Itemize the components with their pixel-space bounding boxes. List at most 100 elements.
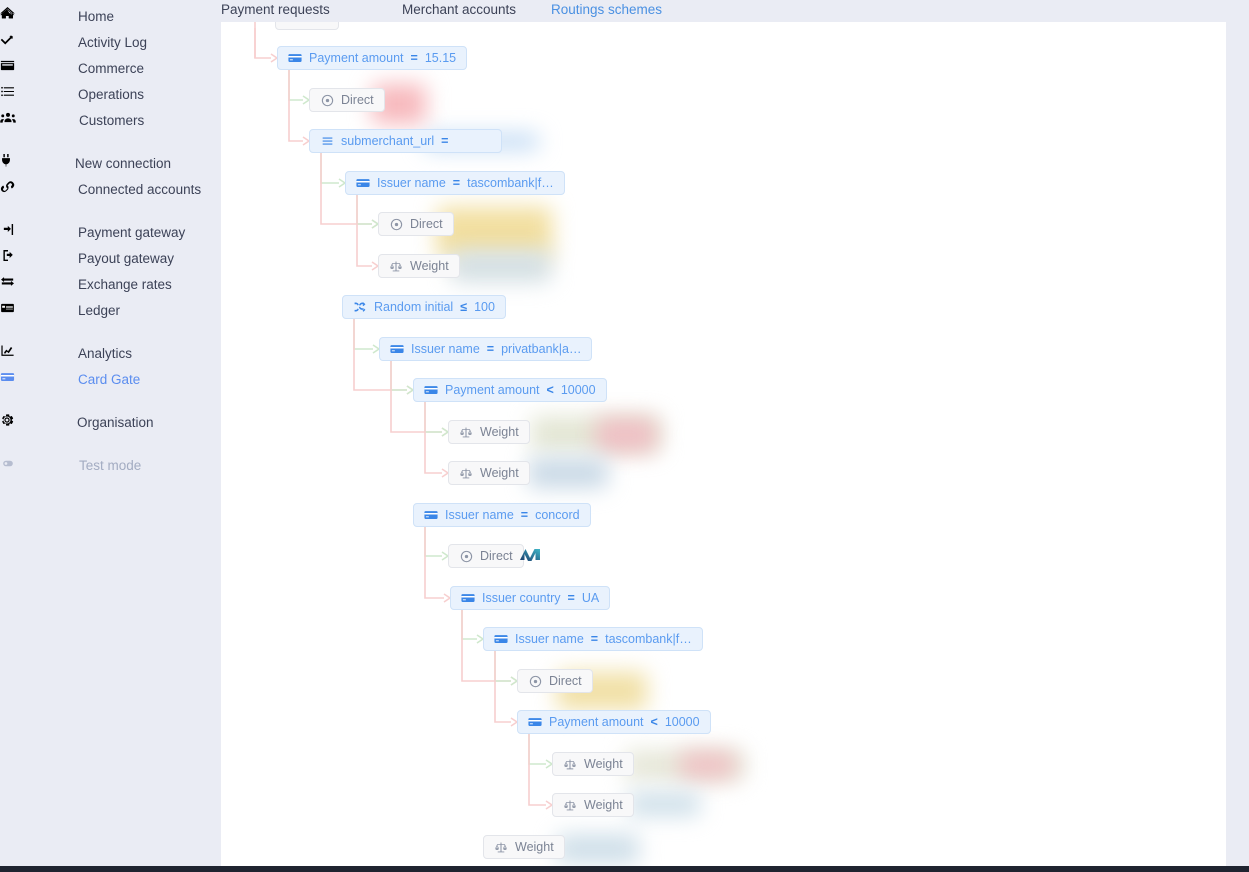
sidebar-item-label: Commerce [78, 60, 145, 76]
sidebar-divider [0, 435, 221, 452]
node-operator: = [520, 508, 529, 522]
node-field: Direct [410, 217, 443, 231]
node-value: tascombank|f… [467, 176, 554, 190]
sidebar-item-label: Operations [78, 86, 145, 102]
node-field: Issuer name [377, 176, 446, 190]
sidebar-item-customers[interactable]: Customers [0, 107, 221, 133]
sidebar-divider [0, 323, 221, 340]
target-icon [389, 217, 403, 231]
plug-icon [0, 153, 12, 173]
tree-node-condition[interactable]: Payment amount <10000 [517, 710, 711, 734]
tree-node-condition[interactable]: Payment amount <10000 [413, 378, 607, 402]
tree-node-condition[interactable]: Issuer name = tascombank|f… [483, 627, 703, 651]
node-field: Weight [515, 840, 554, 854]
sidebar-item-label: Customers [79, 112, 145, 128]
target-icon [528, 674, 542, 688]
home-icon [0, 7, 15, 25]
node-value: UA [581, 591, 600, 605]
sidebar-item-commerce[interactable]: Commerce [0, 55, 221, 81]
node-operator: = [441, 134, 449, 148]
tab-payment-requests[interactable]: Payment requests [221, 2, 330, 24]
tree-node-action[interactable]: Weight [448, 461, 530, 485]
exchange-icon [0, 275, 15, 293]
tree-node-condition[interactable]: Issuer country = UA [450, 586, 611, 610]
sidebar-item-label: Connected accounts [78, 181, 202, 197]
tree-node-condition[interactable]: Random initial ≤100 [342, 295, 506, 319]
node-field: Direct [480, 549, 513, 563]
tree-node-action[interactable]: Weight [448, 420, 530, 444]
credit-card-icon [0, 370, 15, 388]
sidebar-item-label: Exchange rates [78, 276, 172, 292]
credit-card-icon [494, 632, 508, 646]
node-operator: = [452, 176, 461, 190]
link-icon [0, 180, 15, 199]
node-field: Weight [410, 259, 449, 273]
sidebar-item-analytics[interactable]: Analytics [0, 340, 221, 366]
sidebar-item-organisation[interactable]: Organisation [0, 409, 221, 435]
credit-card-icon [461, 591, 475, 605]
tree-node-condition[interactable]: Payment amount = 15.15 [277, 46, 468, 70]
sidebar-item-test-mode[interactable]: Test mode [0, 452, 221, 478]
tree-node-action[interactable]: Direct [517, 669, 593, 693]
ledger-card-icon [0, 301, 15, 319]
tab-merchant-accounts[interactable]: Merchant accounts [402, 2, 516, 24]
credit-card-icon [424, 508, 438, 522]
sidebar-item-label: Organisation [77, 414, 154, 430]
node-field: submerchant_url [341, 134, 435, 148]
sidebar-item-operations[interactable]: Operations [0, 81, 221, 107]
sidebar-item-label: Test mode [79, 457, 142, 473]
tree-node-condition[interactable]: submerchant_url = [309, 129, 502, 153]
node-value: 10000 [664, 715, 700, 729]
sidebar-item-card-gate[interactable]: Card Gate [0, 366, 221, 392]
shuffle-icon [353, 300, 367, 314]
node-value: tascombank|f… [605, 632, 692, 646]
node-field: Payment amount [309, 51, 404, 65]
tree-node-condition[interactable]: Issuer name = concord [413, 503, 591, 527]
scales-icon [389, 259, 403, 273]
sidebar-item-label: Home [78, 8, 115, 24]
sidebar-item-connected-accounts[interactable]: Connected accounts [0, 176, 221, 202]
scales-icon [563, 757, 577, 771]
node-operator: = [410, 51, 418, 65]
node-value: concord [535, 508, 580, 522]
tree-node-condition[interactable]: Issuer name = tascombank|f… [345, 171, 565, 195]
node-field: Direct [341, 93, 374, 107]
node-operator: = [486, 342, 495, 356]
tree-node-action[interactable]: Direct [309, 88, 385, 112]
sign-in-icon [0, 223, 15, 241]
sidebar-item-label: Payout gateway [78, 250, 175, 266]
tree-node-action[interactable]: Weight [378, 254, 460, 278]
node-field: Direct [549, 674, 582, 688]
sidebar-item-label: New connection [75, 155, 172, 171]
node-operator: < [546, 383, 554, 397]
sidebar-item-payment-gateway[interactable]: Payment gateway [0, 219, 221, 245]
node-field: Weight [480, 425, 519, 439]
sidebar-item-home[interactable]: Home [0, 3, 221, 29]
tree-node-action[interactable]: Weight [552, 752, 634, 776]
sidebar-item-ledger[interactable]: Ledger [0, 297, 221, 323]
gear-icon [0, 413, 14, 432]
routing-tree-canvas[interactable]: Payment amount = 15.15 Direct submerchant_ur… [221, 22, 1226, 872]
sidebar-item-activity-log[interactable]: Activity Log [0, 29, 221, 55]
bottom-bar [0, 866, 1249, 872]
tree-node-action[interactable]: Weight [552, 793, 634, 817]
tree-node-condition[interactable]: Issuer name = privatbank|a… [379, 337, 593, 361]
credit-card-icon [356, 176, 370, 190]
tree-node-action[interactable]: Weight [483, 835, 565, 859]
sidebar-item-exchange-rates[interactable]: Exchange rates [0, 271, 221, 297]
chart-line-icon [0, 344, 15, 362]
node-operator: < [650, 715, 658, 729]
store-icon [0, 59, 15, 77]
scales-icon [563, 798, 577, 812]
sidebar: Home Activity Log Commerce Operations Custom… [0, 0, 221, 866]
provider-logo [519, 547, 541, 563]
tab-routings-schemes[interactable]: Routings schemes [547, 2, 667, 25]
scales-icon [494, 840, 508, 854]
sidebar-item-payout-gateway[interactable]: Payout gateway [0, 245, 221, 271]
node-field: Issuer name [411, 342, 480, 356]
tree-node-action[interactable]: Direct [448, 544, 524, 568]
credit-card-icon [390, 342, 404, 356]
sidebar-item-label: Card Gate [78, 371, 141, 387]
sidebar-item-new-connection[interactable]: New connection [0, 150, 221, 176]
tree-node-action[interactable]: Direct [378, 212, 454, 236]
